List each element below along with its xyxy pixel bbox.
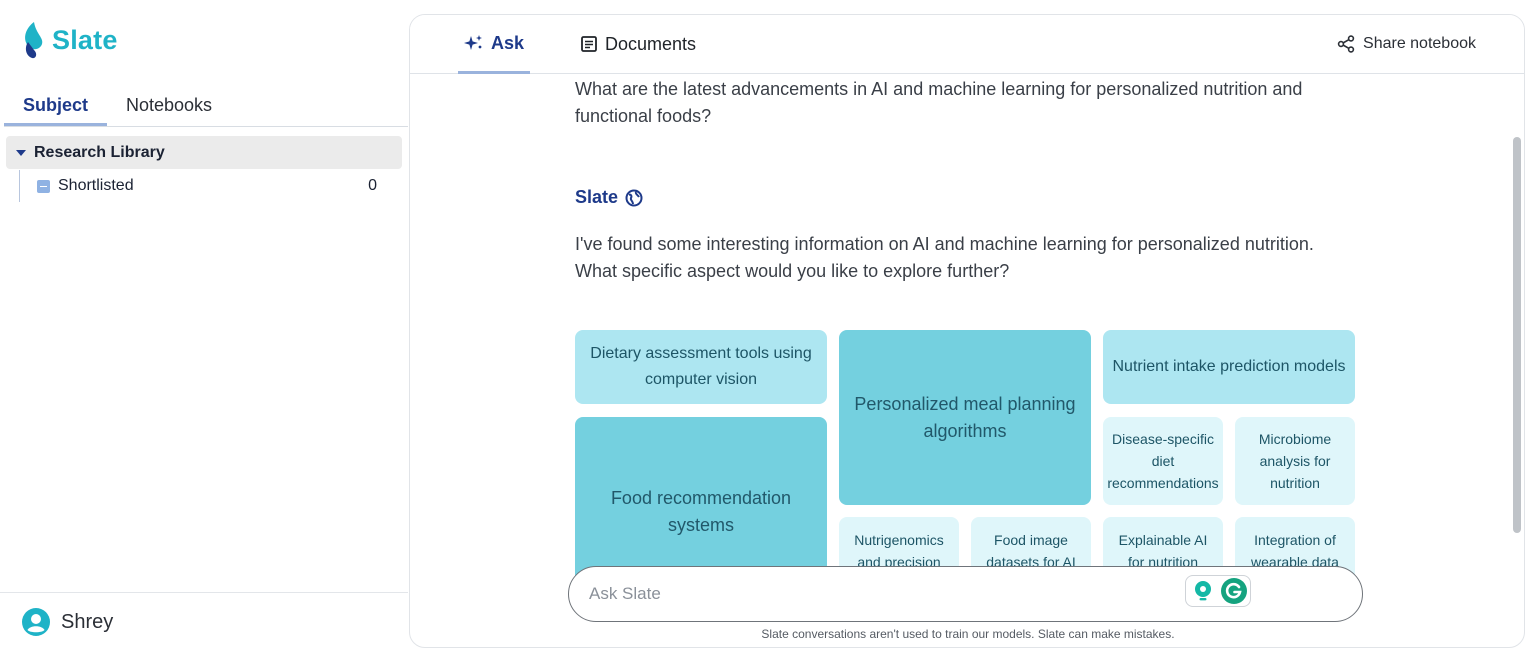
user-name: Shrey (61, 610, 114, 633)
user-question: What are the latest advancements in AI a… (575, 79, 1303, 126)
lightbulb-icon[interactable] (1190, 578, 1216, 604)
share-label: Share notebook (1363, 35, 1476, 52)
sidebar: Slate Subject Notebooks Research Library… (0, 0, 408, 662)
user-menu[interactable]: Shrey (22, 608, 113, 636)
topic-tile[interactable]: Personalized meal planning algorithms (839, 330, 1091, 505)
tab-documents-label: Documents (605, 33, 697, 54)
panel-header: Ask Documents Share notebook (410, 15, 1524, 74)
globe-icon[interactable] (625, 189, 643, 207)
tab-documents[interactable]: Documents (580, 15, 696, 73)
document-icon (581, 36, 597, 52)
sidebar-footer: Shrey (0, 592, 408, 662)
share-notebook-button[interactable]: Share notebook (1337, 15, 1476, 73)
share-icon (1337, 35, 1355, 53)
disclaimer-text: Slate conversations aren't used to train… (761, 627, 1175, 641)
ask-input[interactable] (589, 567, 1179, 621)
grammarly-icon[interactable] (1220, 577, 1248, 605)
scrollbar[interactable] (1510, 74, 1524, 647)
tree-item-research-library[interactable]: Research Library (6, 136, 402, 169)
sidebar-tabs: Subject Notebooks (4, 86, 408, 127)
brand-name: Slate (52, 24, 118, 55)
topic-tile[interactable]: Nutrient intake prediction models (1103, 330, 1355, 404)
topic-tile[interactable]: Disease-specific diet recommendations (1103, 417, 1223, 505)
scrollbar-thumb[interactable] (1513, 137, 1521, 533)
topic-tile[interactable]: Microbiome analysis for nutrition (1235, 417, 1355, 505)
tab-notebooks[interactable]: Notebooks (107, 86, 231, 126)
sparkle-icon (463, 35, 482, 50)
ask-input-container (568, 566, 1363, 622)
item-count: 0 (368, 177, 377, 194)
tab-ask[interactable]: Ask (458, 15, 530, 74)
tree-item-label: Shortlisted (58, 177, 134, 194)
topic-tile[interactable]: Dietary assessment tools using computer … (575, 330, 827, 404)
notebook-panel: Ask Documents Share notebook What are th… (409, 14, 1525, 648)
tree-item-shortlisted[interactable]: Shortlisted 0 (19, 170, 389, 202)
slate-logo-icon (25, 22, 43, 59)
conversation-area: What are the latest advancements in AI a… (410, 74, 1510, 647)
collapse-square-icon[interactable] (37, 179, 50, 193)
assistant-answer: I've found some interesting information … (575, 234, 1314, 281)
app-logo[interactable]: Slate (20, 20, 118, 60)
tree-item-label: Research Library (34, 143, 165, 161)
caret-down-icon[interactable] (16, 149, 26, 156)
user-avatar-icon (22, 608, 50, 636)
tab-subject[interactable]: Subject (4, 86, 107, 126)
extension-widget[interactable] (1185, 575, 1251, 607)
response-header: Slate (575, 187, 643, 208)
responder-name: Slate (575, 187, 619, 207)
tab-ask-label: Ask (490, 32, 525, 53)
